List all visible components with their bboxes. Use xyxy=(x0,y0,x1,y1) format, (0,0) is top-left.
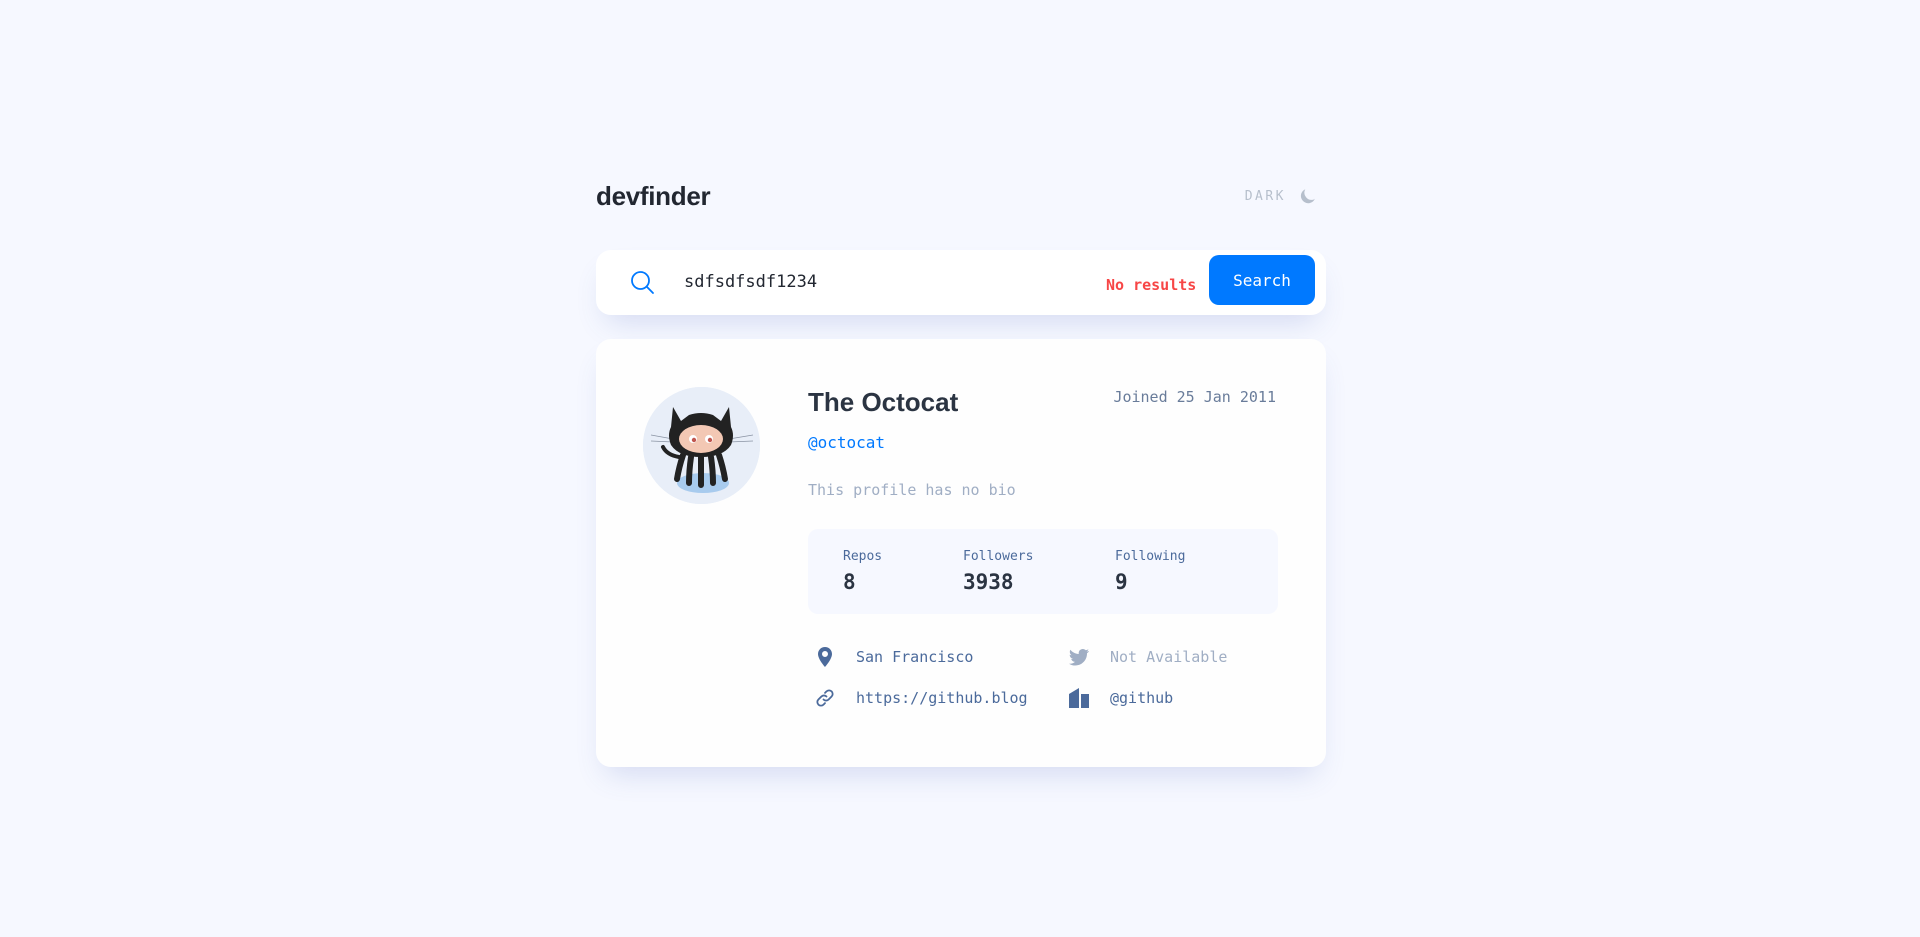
profile-bio: This profile has no bio xyxy=(808,481,1016,499)
link-twitter-text: Not Available xyxy=(1110,648,1228,666)
search-input[interactable] xyxy=(682,264,1082,300)
link-icon xyxy=(814,687,836,709)
octocat-avatar-image xyxy=(643,387,760,504)
profile-login-link[interactable]: @octocat xyxy=(808,433,885,452)
search-bar: No results Search xyxy=(596,250,1326,315)
stat-followers-value: 3938 xyxy=(963,570,1014,594)
stat-following-value: 9 xyxy=(1115,570,1128,594)
profile-card: The Octocat Joined 25 Jan 2011 @octocat … xyxy=(596,339,1326,767)
stat-repos-value: 8 xyxy=(843,570,856,594)
stat-following: Following 9 xyxy=(1115,549,1185,594)
stat-repos-label: Repos xyxy=(843,549,883,564)
search-error-message: No results xyxy=(1106,276,1197,294)
stat-followers: Followers 3938 xyxy=(963,549,1033,594)
app-logo: devfinder xyxy=(596,180,711,211)
profile-joined-date: Joined 25 Jan 2011 xyxy=(1113,388,1276,406)
profile-links: San Francisco Not Available https://gith… xyxy=(808,646,1278,726)
stat-repos: Repos 8 xyxy=(843,549,882,594)
stat-following-label: Following xyxy=(1115,549,1186,564)
profile-stats: Repos 8 Followers 3938 Following 9 xyxy=(808,529,1278,614)
link-company-text: @github xyxy=(1110,689,1174,707)
search-button[interactable]: Search xyxy=(1209,255,1315,305)
header: devfinder DARK xyxy=(596,174,1326,218)
company-icon xyxy=(1068,687,1090,709)
moon-icon xyxy=(1298,186,1318,206)
link-blog[interactable]: https://github.blog xyxy=(814,687,1028,709)
link-blog-text: https://github.blog xyxy=(856,689,1028,707)
theme-toggle-label: DARK xyxy=(1244,188,1286,204)
link-location: San Francisco xyxy=(814,646,973,668)
theme-toggle[interactable]: DARK xyxy=(1245,186,1318,206)
stat-followers-label: Followers xyxy=(963,549,1034,564)
link-company[interactable]: @github xyxy=(1068,687,1173,709)
location-icon xyxy=(814,646,836,668)
avatar xyxy=(643,387,760,504)
link-twitter: Not Available xyxy=(1068,646,1227,668)
app-container: devfinder DARK No results Search xyxy=(596,174,1326,767)
twitter-icon xyxy=(1068,646,1090,668)
link-location-text: San Francisco xyxy=(856,648,974,666)
profile-name: The Octocat xyxy=(808,387,959,417)
